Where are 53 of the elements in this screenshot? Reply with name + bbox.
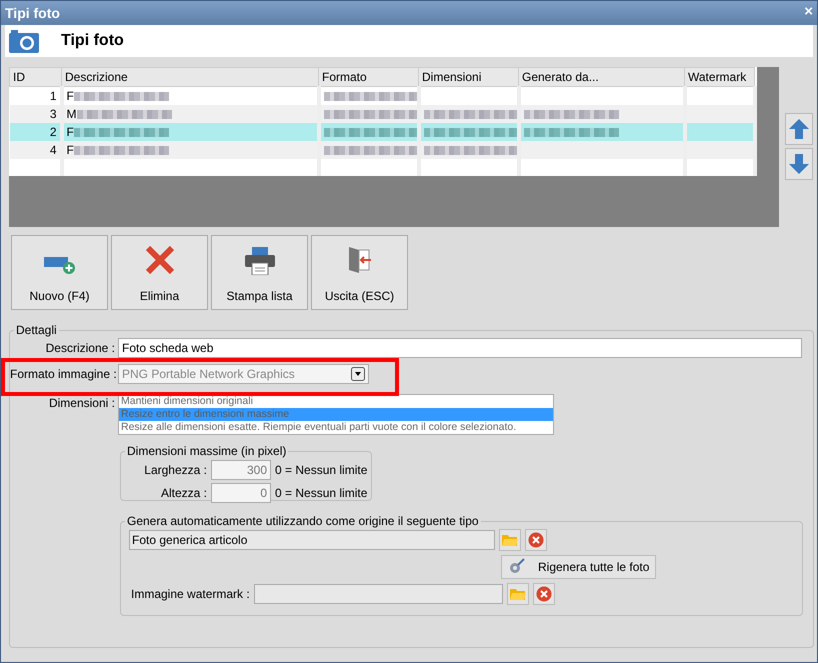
move-up-button[interactable] bbox=[785, 113, 813, 145]
folder-icon bbox=[502, 534, 518, 546]
toolbar-button[interactable]: Stampa lista bbox=[211, 235, 308, 310]
section-legend: Dettagli bbox=[14, 324, 59, 336]
table-cell: 4 bbox=[50, 143, 56, 157]
table-row[interactable]: 4 F bbox=[10, 141, 754, 159]
exit-icon bbox=[346, 245, 372, 275]
toolbar-button[interactable]: Nuovo (F4) bbox=[11, 235, 108, 310]
column-header: ID bbox=[10, 68, 62, 86]
table-cell: F bbox=[66, 125, 74, 139]
table-cell: 1 bbox=[50, 89, 56, 103]
field-label: Formato immagine : bbox=[10, 366, 118, 383]
group-legend: Genera automaticamente utilizzando come origine il seguente tipo bbox=[125, 515, 481, 527]
clear-icon bbox=[528, 532, 544, 548]
list-option[interactable]: Resize alle dimensioni esatte. Riempie eventuali parti vuote con il colore selezionato. bbox=[119, 421, 553, 434]
field-label: Dimensioni : bbox=[48, 395, 116, 412]
column-header: Dimensioni bbox=[418, 68, 518, 86]
table-cell: 3 bbox=[50, 107, 56, 121]
number-field[interactable]: 0 bbox=[211, 483, 271, 503]
clear-button[interactable] bbox=[525, 529, 547, 551]
clear-button[interactable] bbox=[532, 583, 555, 605]
column-header: Watermark bbox=[684, 68, 754, 86]
page-title: Tipi foto bbox=[61, 31, 124, 51]
watermark-field[interactable] bbox=[254, 584, 503, 604]
clear-icon bbox=[536, 586, 552, 602]
column-header: Descrizione bbox=[62, 68, 318, 86]
table-cell: F bbox=[66, 143, 74, 157]
group-legend: Dimensioni massime (in pixel) bbox=[125, 445, 288, 457]
field-label: Descrizione : bbox=[44, 340, 116, 357]
field-label: Altezza : bbox=[160, 485, 207, 502]
move-down-button[interactable] bbox=[785, 148, 813, 180]
table-cell: 2 bbox=[50, 125, 56, 139]
delete-icon bbox=[144, 245, 174, 275]
toolbar-button[interactable]: Elimina bbox=[111, 235, 208, 310]
hint-text: 0 = Nessun limite bbox=[275, 485, 368, 502]
toolbar-button[interactable]: Uscita (ESC) bbox=[311, 235, 408, 310]
folder-icon bbox=[510, 588, 526, 600]
field-label: Larghezza : bbox=[143, 462, 207, 479]
column-header: Generato da... bbox=[518, 68, 684, 86]
window-title: Tipi foto bbox=[5, 4, 60, 23]
number-field[interactable]: 300 bbox=[211, 460, 271, 480]
field-label: Immagine watermark : bbox=[131, 586, 250, 603]
add-icon bbox=[44, 255, 76, 275]
regenerate-button[interactable]: Rigenera tutte le foto bbox=[501, 555, 656, 579]
table-cell: M bbox=[66, 107, 76, 121]
camera-icon bbox=[9, 29, 39, 53]
column-header: Formato bbox=[318, 68, 418, 86]
source-field[interactable]: Foto generica articolo bbox=[129, 530, 495, 550]
description-field[interactable]: Foto scheda web bbox=[118, 338, 802, 358]
table-cell: F bbox=[66, 89, 74, 103]
list-option[interactable]: Mantieni dimensioni originali bbox=[119, 395, 553, 408]
hint-text: 0 = Nessun limite bbox=[275, 462, 368, 479]
printer-icon bbox=[244, 247, 274, 275]
